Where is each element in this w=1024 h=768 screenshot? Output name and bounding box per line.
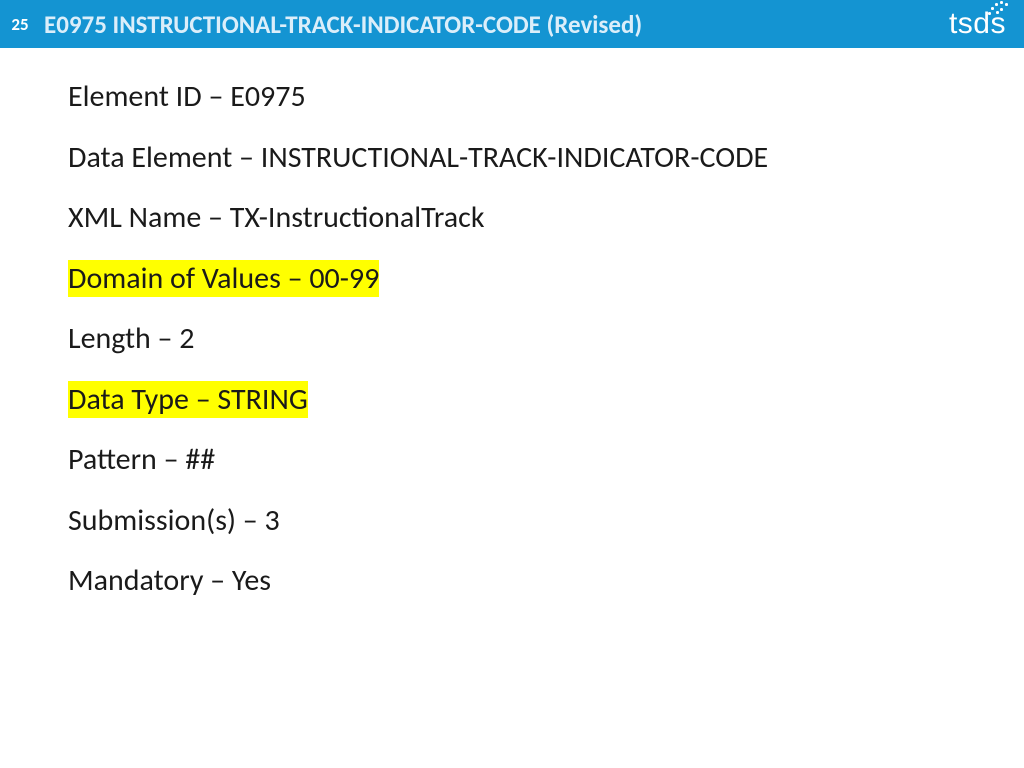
field-data-element: Data Element – INSTRUCTIONAL-TRACK-INDIC…	[68, 141, 868, 176]
slide-number: 25	[0, 14, 40, 35]
field-domain-values: Domain of Values – 00-99	[68, 262, 1024, 297]
tsds-logo: tsds	[949, 7, 1024, 41]
slide-header: 25 E0975 INSTRUCTIONAL-TRACK-INDICATOR-C…	[0, 0, 1024, 48]
field-xml-name: XML Name – TX-InstructionalTrack	[68, 201, 1024, 236]
field-length: Length – 2	[68, 322, 1024, 357]
slide-content: Element ID – E0975 Data Element – INSTRU…	[0, 48, 1024, 599]
logo-dots-icon	[986, 0, 1010, 19]
field-data-type: Data Type – STRING	[68, 383, 1024, 418]
field-mandatory: Mandatory – Yes	[68, 564, 1024, 599]
field-element-id: Element ID – E0975	[68, 80, 1024, 115]
slide-title: E0975 INSTRUCTIONAL-TRACK-INDICATOR-CODE…	[40, 9, 949, 40]
field-pattern: Pattern – ##	[68, 443, 1024, 478]
field-submissions: Submission(s) – 3	[68, 504, 1024, 539]
